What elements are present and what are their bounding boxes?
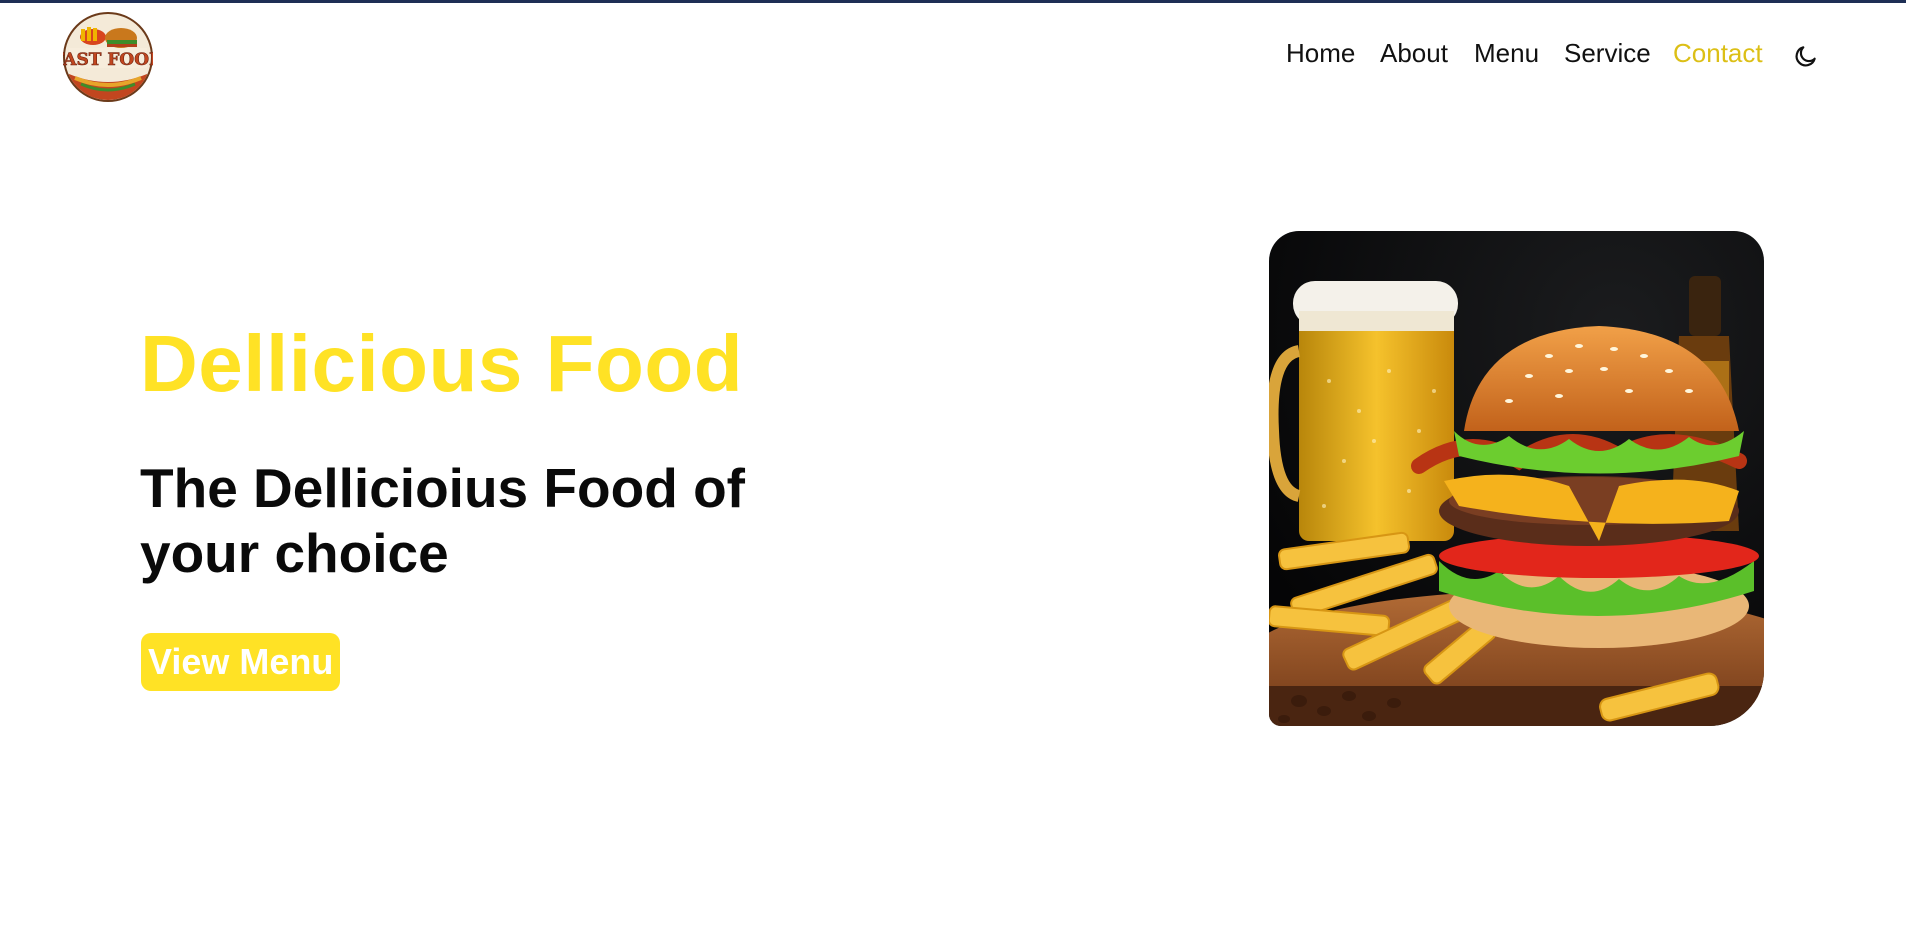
view-menu-button[interactable]: View Menu	[141, 633, 341, 691]
moon-icon[interactable]	[1793, 43, 1819, 69]
navbar: FAST FOOD Home About Menu Service Contac…	[0, 3, 1906, 107]
svg-text:FAST FOOD: FAST FOOD	[63, 50, 153, 70]
nav-link-about[interactable]: About	[1380, 38, 1448, 69]
hero-subtitle: The Dellicioius Food of your choice	[140, 457, 745, 584]
nav-link-menu[interactable]: Menu	[1474, 38, 1539, 69]
hero-title: Dellicious Food	[140, 319, 744, 408]
nav-link-service[interactable]: Service	[1564, 38, 1651, 69]
burger-photo	[1269, 231, 1764, 726]
fast-food-logo[interactable]: FAST FOOD	[63, 12, 153, 102]
nav-link-contact[interactable]: Contact	[1673, 38, 1763, 69]
nav-link-home[interactable]: Home	[1286, 38, 1355, 69]
